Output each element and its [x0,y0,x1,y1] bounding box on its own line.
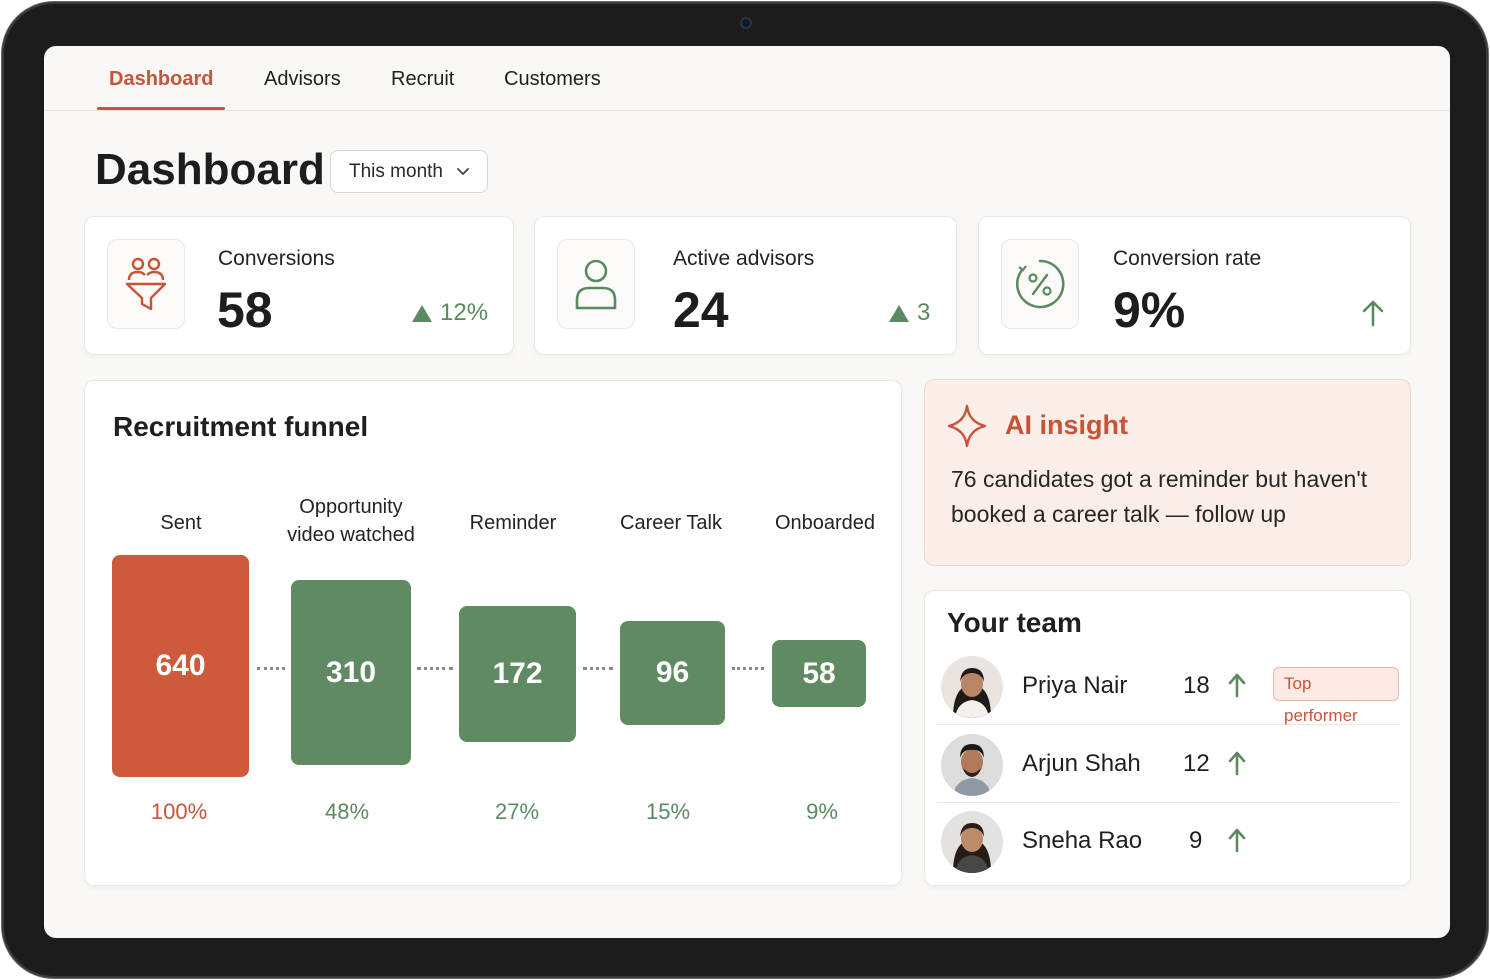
avatar [941,734,1003,796]
recruitment-funnel-card: Recruitment funnel Sent Opportunity vide… [84,380,902,886]
kpi-delta-value: 12% [440,299,489,326]
up-triangle-icon [412,304,432,322]
stage-label-sent: Sent [131,509,231,537]
arrow-up-icon [1362,300,1384,327]
funnel-bar-onboarded[interactable]: 58 [772,640,866,707]
stage-percent: 48% [324,799,370,824]
team-card: Your team Priya Nair 18 Top performer Ar… [924,590,1411,886]
kpi-value: 24 [673,282,729,338]
ai-insight-title: AI insight [1005,410,1128,440]
connector-dots [732,667,764,671]
tab-advisors[interactable]: Advisors [264,68,341,91]
top-performer-badge: Top performer [1273,667,1399,725]
kpi-delta-value: 3 [917,299,931,326]
page-title: Dashboard [95,145,325,194]
bar-value: 58 [802,656,836,690]
stage-label-onboarded: Onboarded [765,509,885,537]
up-triangle-icon [889,304,909,322]
stage-percent: 100% [150,799,208,824]
ai-insight-card[interactable]: AI insight 76 candidates got a reminder … [924,379,1411,566]
arrow-up-icon [1228,673,1246,698]
avatar [941,811,1003,873]
bar-value: 96 [655,656,690,689]
stage-percent: 15% [645,799,691,824]
kpi-icon-container [107,239,185,329]
stage-percent: 9% [806,799,838,824]
kpi-label: Active advisors [673,247,815,270]
team-member-row[interactable]: Sneha Rao 9 [937,803,1399,880]
connector-dots [257,667,285,671]
front-camera [740,17,752,29]
kpi-value: 58 [217,282,273,338]
funnel-bar-opportunity[interactable]: 310 [291,580,411,765]
kpi-label: Conversion rate [1113,247,1262,270]
team-member-row[interactable]: Priya Nair 18 Top performer [937,648,1399,725]
kpi-icon-container [1001,239,1079,329]
active-tab-indicator [97,107,225,110]
kpi-card-conversion-rate[interactable]: Conversion rate 9% [978,216,1411,355]
tablet-frame: Dashboard Advisors Recruit Customers Das… [2,2,1488,978]
bar-value: 172 [492,657,543,690]
bar-value: 640 [155,649,206,682]
app-screen: Dashboard Advisors Recruit Customers Das… [44,46,1450,938]
funnel-people-icon [125,257,167,311]
stage-label-text: Career Talk [620,512,722,534]
percent-icon [1015,259,1065,309]
kpi-label: Conversions [218,247,335,270]
member-count: 18 [1183,672,1210,699]
stage-label-text: Opportunity [299,496,403,518]
stage-label-opportunity: Opportunity video watched [281,493,421,549]
stage-label-reminder: Reminder [453,509,573,537]
kpi-value: 9% [1113,282,1186,338]
sparkle-icon [947,404,987,448]
kpi-delta: 12% [412,299,488,327]
tab-dashboard[interactable]: Dashboard [109,68,213,91]
stage-label-text: video watched [287,524,415,546]
member-name: Priya Nair [1022,672,1128,699]
member-count: 9 [1189,827,1203,854]
kpi-icon-container [557,239,635,329]
funnel-bar-career-talk[interactable]: 96 [620,621,725,725]
funnel-title: Recruitment funnel [113,411,369,442]
bar-value: 310 [325,655,377,689]
stage-label-text: Reminder [469,512,557,534]
member-name: Sneha Rao [1022,827,1143,854]
connector-dots [417,667,453,671]
tab-recruit[interactable]: Recruit [391,68,454,91]
ai-insight-text: 76 candidates got a reminder but haven't… [951,466,1368,527]
team-member-row[interactable]: Arjun Shah 12 [937,726,1399,803]
top-nav: Dashboard Advisors Recruit Customers [44,46,1450,111]
kpi-card-conversions[interactable]: Conversions 58 12% [84,216,514,355]
period-dropdown-value: This month [349,160,443,182]
stage-label-text: Onboarded [774,512,876,534]
member-count: 12 [1183,750,1210,777]
kpi-card-active-advisors[interactable]: Active advisors 24 3 [534,216,957,355]
arrow-up-icon [1228,828,1246,853]
chevron-down-icon [457,168,469,175]
stage-label-text: Sent [160,512,202,534]
tab-customers[interactable]: Customers [504,68,601,91]
member-name: Arjun Shah [1022,750,1141,777]
user-icon [575,259,617,310]
period-dropdown[interactable]: This month [330,150,488,193]
arrow-up-icon [1228,751,1246,776]
stage-label-career-talk: Career Talk [611,509,731,537]
avatar [941,656,1003,718]
kpi-delta: 3 [889,299,930,327]
team-title: Your team [947,607,1082,638]
connector-dots [583,667,613,671]
stage-percent: 27% [494,799,540,824]
funnel-bar-sent[interactable]: 640 [112,555,249,777]
funnel-bar-reminder[interactable]: 172 [459,606,576,742]
